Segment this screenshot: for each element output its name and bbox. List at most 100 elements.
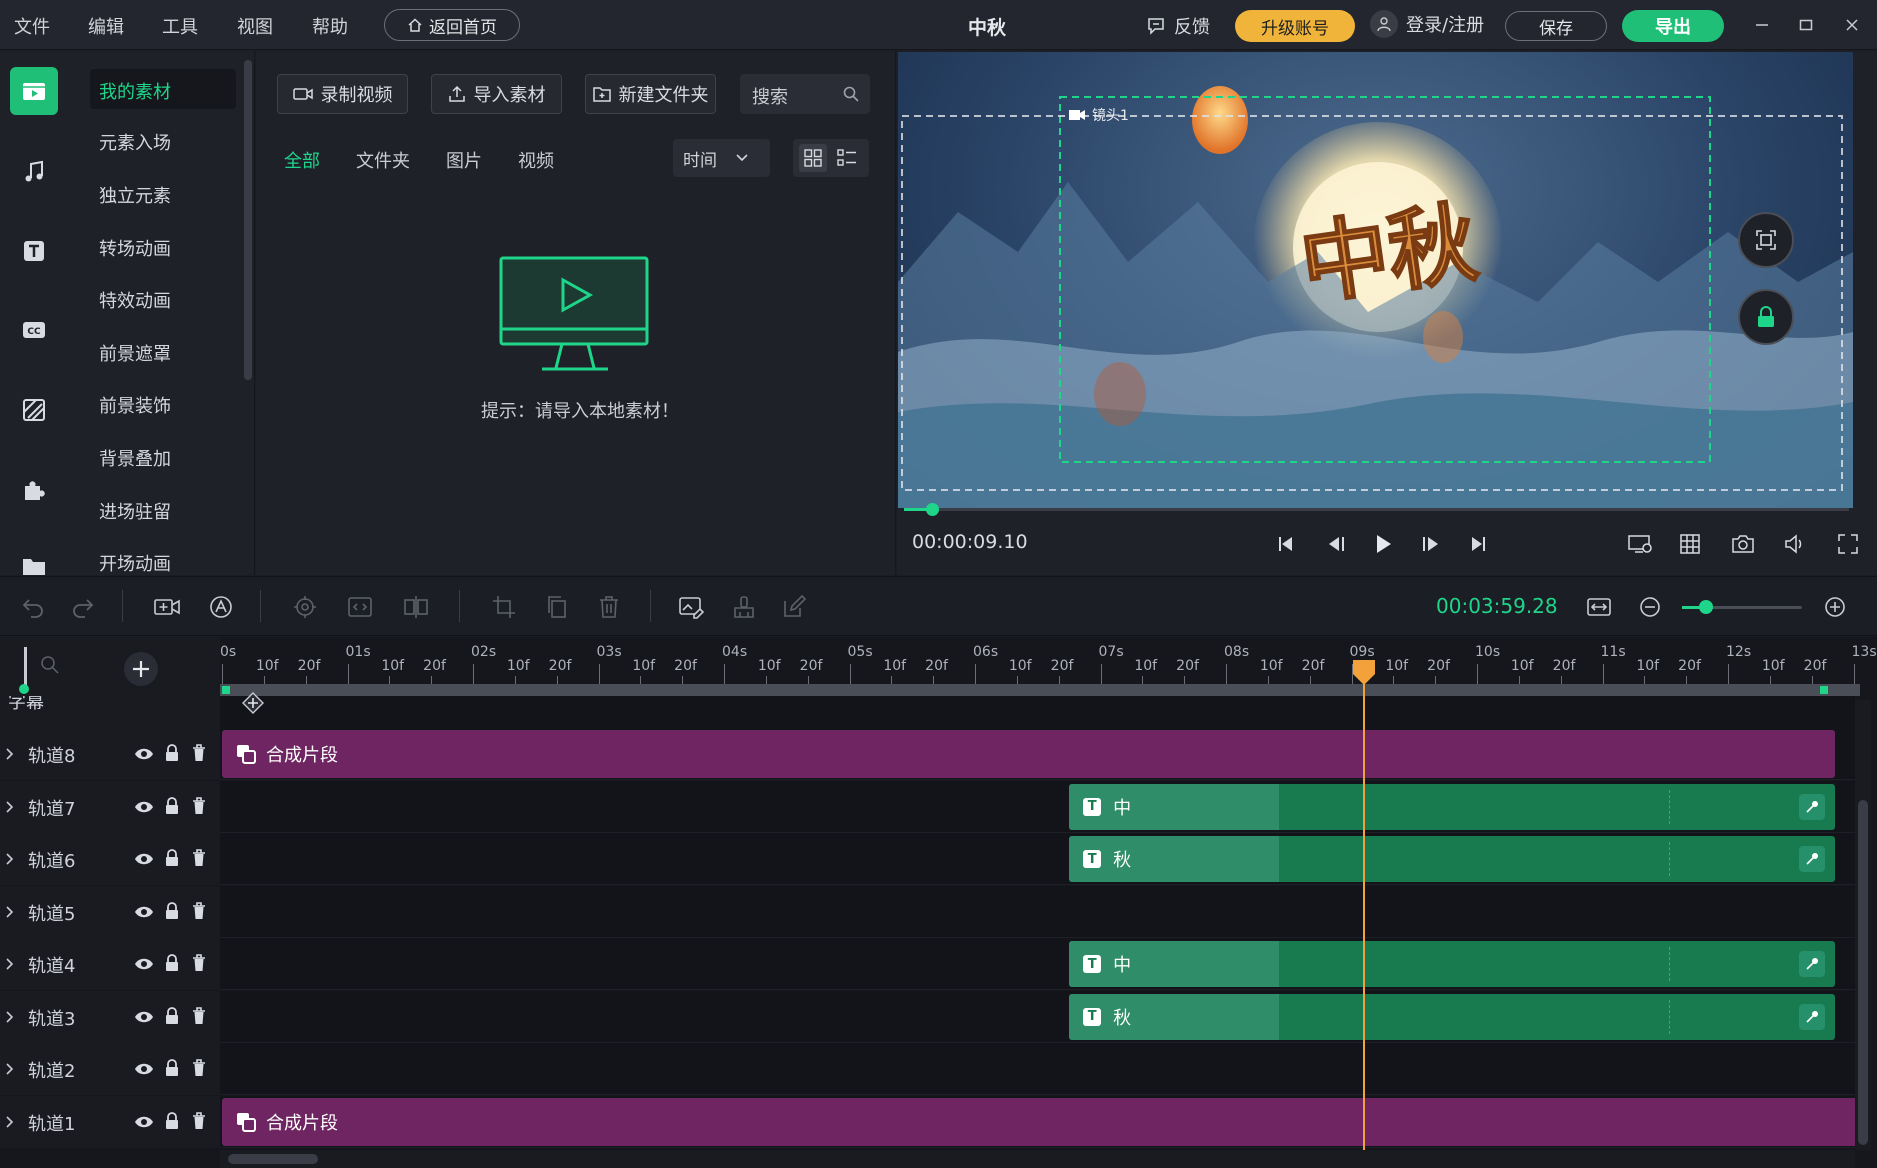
category-foreground-mask[interactable]: 前景遮罩 bbox=[99, 340, 171, 366]
trash-icon[interactable] bbox=[192, 954, 206, 972]
volume-icon[interactable] bbox=[1779, 528, 1811, 560]
trash-icon[interactable] bbox=[192, 849, 206, 867]
text-clip[interactable]: T中 bbox=[1069, 783, 1835, 830]
time-ruler[interactable]: 0s 10f 20f 01s 10f 20f 02s 10f 20f 03s 10f 20f 04s 10… bbox=[220, 640, 1877, 684]
expand-chevron-icon[interactable] bbox=[5, 747, 15, 761]
category-element-entrance[interactable]: 元素入场 bbox=[99, 129, 171, 155]
visibility-eye-icon[interactable] bbox=[134, 800, 154, 814]
trash-icon[interactable] bbox=[192, 1006, 206, 1025]
category-standalone-element[interactable]: 独立元素 bbox=[99, 182, 171, 208]
new-folder-button[interactable]: 新建文件夹 bbox=[585, 74, 716, 114]
visibility-eye-icon[interactable] bbox=[134, 1062, 154, 1076]
previous-frame-icon[interactable] bbox=[1320, 528, 1352, 560]
add-camera-icon[interactable] bbox=[152, 592, 182, 622]
lock-icon[interactable] bbox=[164, 1006, 180, 1025]
expand-chevron-icon[interactable] bbox=[5, 1115, 15, 1129]
tab-all[interactable]: 全部 bbox=[284, 147, 320, 173]
category-opening-animation[interactable]: 开场动画 bbox=[99, 550, 171, 575]
text-icon[interactable] bbox=[10, 227, 58, 275]
save-button[interactable]: 保存 bbox=[1505, 11, 1607, 41]
tab-folder[interactable]: 文件夹 bbox=[356, 147, 410, 173]
timeline-horizontal-scroll-thumb[interactable] bbox=[228, 1154, 318, 1164]
preview-canvas[interactable]: 中秋 镜头1 bbox=[898, 52, 1853, 508]
transition-icon[interactable] bbox=[10, 386, 58, 434]
playhead-handle[interactable] bbox=[1351, 658, 1377, 686]
brush-icon[interactable] bbox=[729, 592, 759, 622]
category-foreground-decoration[interactable]: 前景装饰 bbox=[99, 392, 171, 418]
text-clip[interactable]: T秋 bbox=[1069, 836, 1835, 882]
expand-chevron-icon[interactable] bbox=[5, 905, 15, 919]
category-effect-animation[interactable]: 特效动画 bbox=[99, 287, 171, 313]
next-frame-icon[interactable] bbox=[1415, 528, 1447, 560]
zoom-slider[interactable] bbox=[1682, 600, 1802, 614]
trash-icon[interactable] bbox=[192, 1059, 206, 1077]
upgrade-button[interactable]: 升级账号 bbox=[1235, 10, 1355, 42]
search-icon[interactable] bbox=[842, 85, 860, 103]
zoom-in-icon[interactable] bbox=[1820, 592, 1850, 622]
target-icon[interactable] bbox=[290, 592, 320, 622]
lock-icon[interactable] bbox=[164, 744, 180, 762]
redo-icon[interactable] bbox=[68, 592, 98, 622]
work-area-bar[interactable] bbox=[220, 684, 1860, 696]
visibility-eye-icon[interactable] bbox=[134, 905, 154, 919]
add-keyframe-icon[interactable] bbox=[242, 692, 264, 714]
edit-icon[interactable] bbox=[779, 592, 809, 622]
visibility-eye-icon[interactable] bbox=[134, 852, 154, 866]
category-transition-animation[interactable]: 转场动画 bbox=[99, 235, 171, 261]
expand-chevron-icon[interactable] bbox=[5, 800, 15, 814]
export-button[interactable]: 导出 bbox=[1622, 10, 1724, 42]
preview-quality-icon[interactable] bbox=[1624, 528, 1656, 560]
menu-file[interactable]: 文件 bbox=[14, 13, 50, 39]
visibility-eye-icon[interactable] bbox=[134, 1115, 154, 1129]
grid-view-icon[interactable] bbox=[799, 144, 827, 172]
feedback-button[interactable]: 反馈 bbox=[1146, 13, 1210, 39]
category-my-materials[interactable]: 我的素材 bbox=[90, 69, 236, 109]
composite-clip[interactable]: 合成片段 bbox=[222, 730, 1835, 778]
skip-to-start-icon[interactable] bbox=[1270, 528, 1302, 560]
code-frame-icon[interactable] bbox=[345, 592, 375, 622]
expand-chevron-icon[interactable] bbox=[5, 1010, 15, 1024]
undo-icon[interactable] bbox=[18, 592, 48, 622]
composite-clip[interactable]: 合成片段 bbox=[222, 1097, 1860, 1146]
expand-chevron-icon[interactable] bbox=[5, 1062, 15, 1076]
plugin-icon[interactable] bbox=[10, 466, 58, 514]
subtitle-icon[interactable]: CC bbox=[10, 306, 58, 354]
text-clip[interactable]: T秋 bbox=[1069, 993, 1835, 1040]
preview-scrubber-track[interactable] bbox=[904, 503, 1849, 516]
login-button[interactable]: 登录/注册 bbox=[1370, 10, 1484, 38]
split-icon[interactable] bbox=[401, 592, 431, 622]
lock-icon[interactable] bbox=[164, 1059, 180, 1077]
play-icon[interactable] bbox=[1367, 528, 1399, 560]
trash-icon[interactable] bbox=[192, 796, 206, 815]
folder-icon[interactable] bbox=[10, 545, 58, 575]
keyframe-icon[interactable] bbox=[1798, 1003, 1825, 1030]
list-view-icon[interactable] bbox=[837, 149, 857, 167]
fit-frame-button[interactable] bbox=[1738, 212, 1794, 268]
work-area-end-handle[interactable] bbox=[1820, 686, 1828, 694]
track-row-subtitle[interactable] bbox=[220, 692, 1855, 728]
import-media-button[interactable]: 导入素材 bbox=[431, 74, 562, 114]
lock-icon[interactable] bbox=[164, 1111, 180, 1130]
media-icon[interactable] bbox=[10, 67, 58, 115]
track-row[interactable] bbox=[220, 885, 1855, 938]
keyframe-icon[interactable] bbox=[1798, 846, 1825, 872]
lock-icon[interactable] bbox=[164, 849, 180, 867]
add-track-button[interactable] bbox=[124, 652, 158, 686]
zoom-out-icon[interactable] bbox=[1635, 592, 1665, 622]
keyframe-icon[interactable] bbox=[1798, 793, 1825, 820]
timeline-scale-handle[interactable] bbox=[19, 684, 29, 694]
timeline-search-icon[interactable] bbox=[40, 655, 60, 675]
zoom-slider-handle[interactable] bbox=[1699, 600, 1713, 614]
trash-icon[interactable] bbox=[192, 744, 206, 762]
image-edit-icon[interactable] bbox=[676, 592, 706, 622]
work-area-start-handle[interactable] bbox=[222, 686, 230, 694]
record-video-button[interactable]: 录制视频 bbox=[277, 74, 408, 114]
category-background-overlay[interactable]: 背景叠加 bbox=[99, 445, 171, 471]
timeline-horizontal-scrollbar[interactable] bbox=[220, 1150, 1855, 1168]
fullscreen-icon[interactable] bbox=[1832, 528, 1864, 560]
visibility-eye-icon[interactable] bbox=[134, 1010, 154, 1024]
expand-chevron-icon[interactable] bbox=[5, 852, 15, 866]
sort-select[interactable]: 时间 bbox=[673, 139, 770, 177]
tab-image[interactable]: 图片 bbox=[446, 147, 482, 173]
minimize-icon[interactable] bbox=[1744, 10, 1780, 40]
